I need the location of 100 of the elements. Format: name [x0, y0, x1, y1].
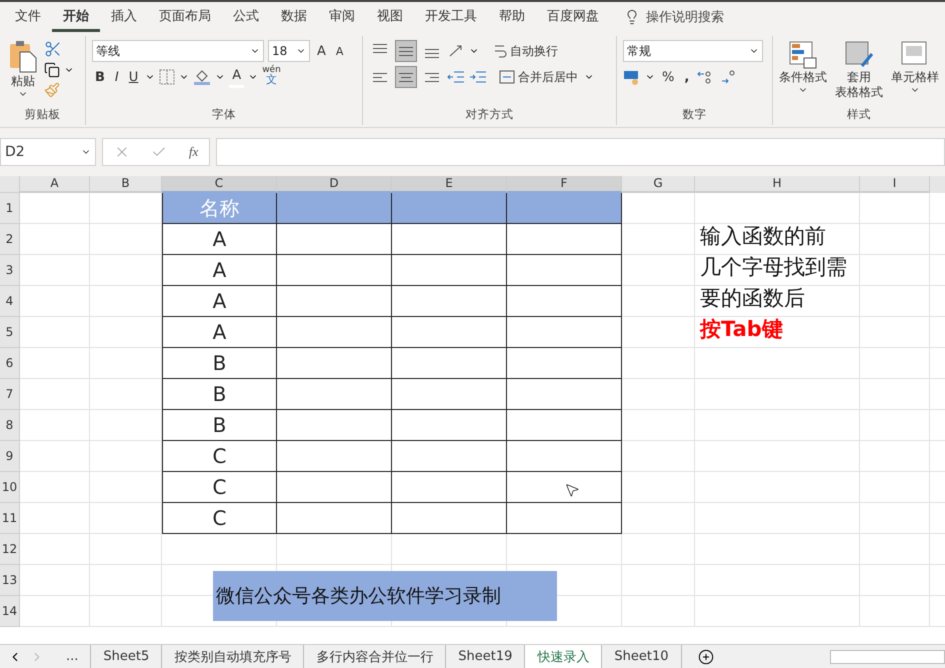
column-header[interactable]: I — [860, 176, 930, 193]
table-cell[interactable] — [392, 379, 507, 410]
wrap-text-button[interactable]: 自动换行 — [491, 40, 560, 62]
cut-icon[interactable] — [44, 40, 62, 58]
table-cell[interactable] — [277, 348, 392, 379]
ribbon-tab[interactable]: 数据 — [270, 2, 318, 32]
column-header[interactable]: G — [622, 176, 695, 193]
percent-button[interactable]: % — [659, 66, 678, 88]
row-header[interactable]: 4 — [0, 286, 20, 317]
table-cell[interactable] — [392, 255, 507, 286]
table-cell[interactable] — [507, 441, 622, 472]
table-cell[interactable] — [277, 317, 392, 348]
sheet-tab[interactable]: 多行内容合并位一行 — [304, 645, 446, 668]
vertical-align-button[interactable] — [395, 40, 417, 62]
table-cell[interactable] — [277, 286, 392, 317]
cell-styles-button[interactable]: 单元格样 — [889, 40, 941, 107]
row-header[interactable]: 7 — [0, 379, 20, 410]
table-cell[interactable] — [277, 441, 392, 472]
insert-function-button[interactable]: fx — [188, 144, 198, 160]
table-cell[interactable] — [392, 224, 507, 255]
table-cell[interactable] — [392, 410, 507, 441]
column-header[interactable]: C — [162, 176, 277, 193]
copy-icon[interactable] — [44, 62, 60, 78]
horizontal-scrollbar[interactable] — [830, 650, 945, 664]
ribbon-tab[interactable]: 审阅 — [318, 2, 366, 32]
italic-button[interactable]: I — [112, 66, 122, 88]
row-header[interactable]: 2 — [0, 224, 20, 255]
column-header[interactable]: F — [507, 176, 622, 193]
font-size-field[interactable]: 18 — [268, 40, 310, 62]
row-header[interactable]: 1 — [0, 193, 20, 224]
row-header[interactable]: 9 — [0, 441, 20, 472]
font-color-button[interactable]: A — [229, 66, 244, 88]
paste-button[interactable]: 粘贴 — [6, 40, 40, 107]
table-cell[interactable] — [277, 472, 392, 503]
row-header[interactable]: 14 — [0, 596, 20, 627]
row-header[interactable]: 8 — [0, 410, 20, 441]
underline-button[interactable]: U — [126, 66, 142, 88]
column-header[interactable]: D — [277, 176, 392, 193]
sheet-tab[interactable]: Sheet10 — [602, 645, 682, 668]
table-cell[interactable] — [277, 255, 392, 286]
ribbon-tab[interactable]: 视图 — [366, 2, 414, 32]
table-cell[interactable] — [507, 286, 622, 317]
table-cell[interactable] — [392, 317, 507, 348]
table-cell[interactable]: C — [162, 503, 277, 534]
table-cell[interactable]: C — [162, 472, 277, 503]
ribbon-tab[interactable]: 公式 — [222, 2, 270, 32]
table-cell[interactable] — [507, 224, 622, 255]
name-box[interactable]: D2 — [0, 138, 96, 166]
column-header[interactable]: A — [20, 176, 90, 193]
ribbon-tab[interactable]: 帮助 — [488, 2, 536, 32]
grow-font-button[interactable]: A — [314, 40, 329, 62]
row-header[interactable]: 6 — [0, 348, 20, 379]
column-header[interactable]: E — [392, 176, 507, 193]
table-format-button[interactable]: 套用 表格格式 — [833, 40, 885, 107]
table-cell[interactable]: B — [162, 379, 277, 410]
table-cell[interactable] — [507, 379, 622, 410]
table-cell[interactable] — [507, 472, 622, 503]
table-cell[interactable] — [392, 503, 507, 534]
tell-me-search[interactable]: 操作说明搜索 — [646, 8, 724, 26]
increase-indent-icon[interactable] — [469, 69, 487, 85]
phonetic-button[interactable]: wén 文 — [262, 66, 281, 88]
table-header-cell[interactable] — [277, 193, 392, 224]
shrink-font-button[interactable]: A — [332, 40, 346, 62]
font-name-field[interactable]: 等线 — [92, 40, 264, 62]
table-cell[interactable] — [507, 317, 622, 348]
ribbon-tab[interactable]: 插入 — [100, 2, 148, 32]
sheet-tab[interactable]: 快速录入 — [525, 645, 602, 668]
table-cell[interactable] — [507, 255, 622, 286]
conditional-format-button[interactable]: 条件格式 — [777, 40, 829, 107]
ribbon-tab[interactable]: 开始 — [52, 2, 100, 32]
table-cell[interactable] — [392, 348, 507, 379]
row-header[interactable]: 5 — [0, 317, 20, 348]
table-cell[interactable] — [392, 286, 507, 317]
row-header[interactable]: 3 — [0, 255, 20, 286]
ribbon-tab[interactable]: 百度网盘 — [536, 2, 610, 32]
table-cell[interactable] — [392, 472, 507, 503]
ribbon-tab[interactable]: 文件 — [4, 2, 52, 32]
comma-button[interactable]: , — [681, 66, 692, 88]
row-header[interactable]: 10 — [0, 472, 20, 503]
table-header-cell[interactable] — [392, 193, 507, 224]
table-header-cell[interactable] — [507, 193, 622, 224]
bold-button[interactable]: B — [92, 66, 108, 88]
table-cell[interactable] — [507, 410, 622, 441]
row-header[interactable]: 11 — [0, 503, 20, 534]
table-cell[interactable]: A — [162, 286, 277, 317]
column-header[interactable]: H — [695, 176, 860, 193]
table-cell[interactable] — [277, 224, 392, 255]
table-cell[interactable] — [277, 379, 392, 410]
table-cell[interactable] — [277, 410, 392, 441]
sheet-tab[interactable]: Sheet5 — [91, 645, 162, 668]
formula-input[interactable] — [216, 138, 945, 166]
row-header[interactable]: 13 — [0, 565, 20, 596]
table-cell[interactable] — [392, 441, 507, 472]
table-cell[interactable]: C — [162, 441, 277, 472]
ribbon-tab[interactable]: 开发工具 — [414, 2, 488, 32]
table-cell[interactable]: A — [162, 317, 277, 348]
table-cell[interactable]: A — [162, 224, 277, 255]
horizontal-align-button[interactable] — [395, 66, 417, 88]
table-cell[interactable]: A — [162, 255, 277, 286]
row-header[interactable]: 12 — [0, 534, 20, 565]
